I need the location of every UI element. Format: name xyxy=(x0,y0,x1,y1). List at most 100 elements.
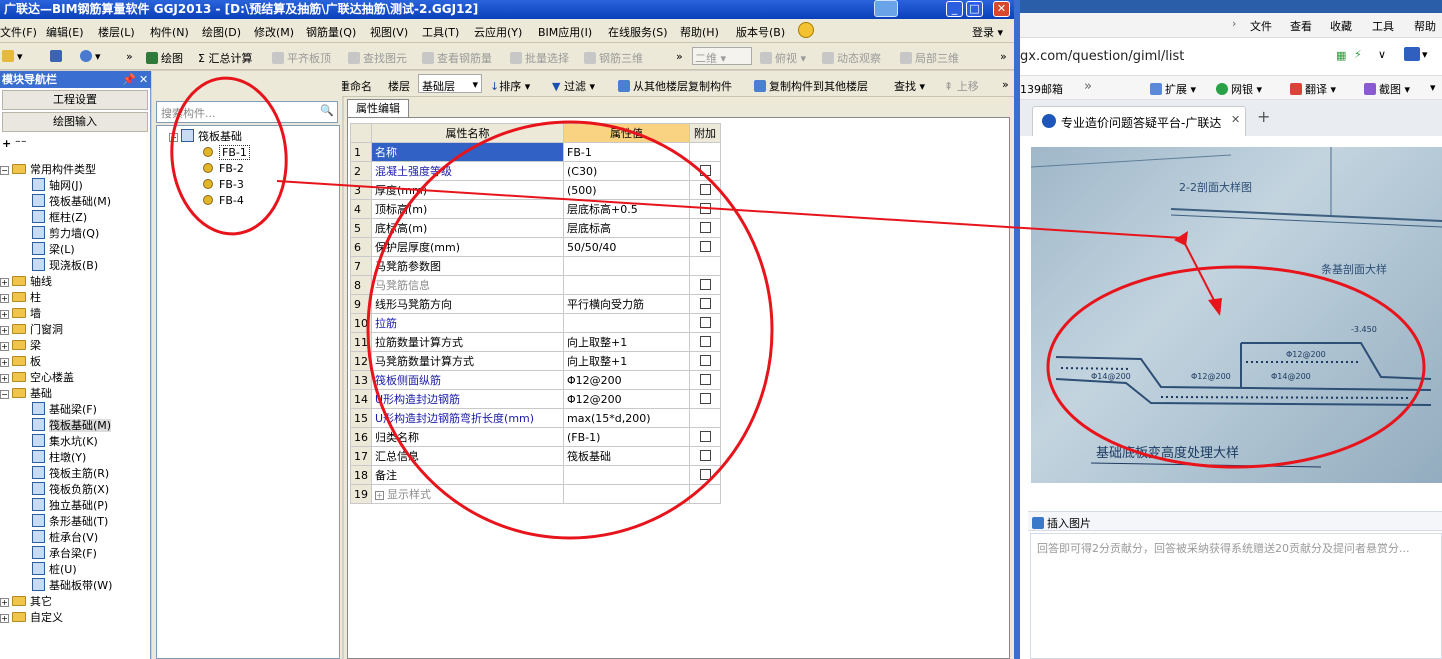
fav-extend-button[interactable]: 扩展 ▾ xyxy=(1150,81,1196,97)
project-settings-button[interactable]: 工程设置 xyxy=(2,90,148,110)
property-value-cell[interactable]: Φ12@200 xyxy=(563,370,690,390)
menu-help[interactable]: 帮助(H) xyxy=(680,24,719,40)
tree-item[interactable]: 基础板带(W) xyxy=(32,578,112,594)
property-row[interactable]: 6 保护层厚度(mm) 50/50/40 xyxy=(350,237,721,257)
tree-item[interactable]: 集水坑(K) xyxy=(32,434,98,450)
property-name-cell[interactable]: 顶标高(m) xyxy=(371,199,564,219)
view-rebar-button[interactable]: 查看钢筋量 xyxy=(422,50,492,66)
extra-checkbox[interactable] xyxy=(699,183,711,195)
extra-checkbox[interactable] xyxy=(699,430,711,442)
tree-item[interactable]: 柱墩(Y) xyxy=(32,450,86,466)
smiley-icon[interactable] xyxy=(798,22,814,38)
property-row[interactable]: 7 马凳筋参数图 xyxy=(350,256,721,276)
extra-checkbox[interactable] xyxy=(699,221,711,233)
property-extra-cell[interactable] xyxy=(689,465,721,485)
expand-icon[interactable]: + xyxy=(0,310,9,319)
property-row[interactable]: 17 汇总信息 筏板基础 xyxy=(350,446,721,466)
component-item[interactable]: FB-2 xyxy=(203,161,244,177)
fav-screenshot-button[interactable]: 截图 ▾ xyxy=(1364,81,1410,97)
property-row[interactable]: 16 归类名称 (FB-1) xyxy=(350,427,721,447)
browser-tab-active[interactable]: 专业造价问题答疑平台-广联达 ✕ xyxy=(1032,106,1246,136)
tree-item[interactable]: 承台梁(F) xyxy=(32,546,97,562)
property-extra-cell[interactable] xyxy=(689,313,721,333)
top-view-button[interactable]: 俯视 ▾ xyxy=(760,50,806,66)
property-extra-cell[interactable] xyxy=(689,237,721,257)
menu-online[interactable]: 在线服务(S) xyxy=(608,24,668,40)
menu-floor[interactable]: 楼层(L) xyxy=(98,24,135,40)
toolbar-overflow-icon[interactable]: » xyxy=(126,50,133,63)
property-extra-cell[interactable] xyxy=(689,256,721,276)
property-row[interactable]: 13 筏板侧面纵筋 Φ12@200 xyxy=(350,370,721,390)
menu-cloud[interactable]: 云应用(Y) xyxy=(474,24,522,40)
property-value-cell[interactable] xyxy=(563,484,690,504)
property-extra-cell[interactable] xyxy=(689,294,721,314)
overflow-icon[interactable]: » xyxy=(1084,79,1092,94)
property-extra-cell[interactable] xyxy=(689,218,721,238)
property-extra-cell[interactable] xyxy=(689,180,721,200)
tree-folder[interactable]: + 板 xyxy=(0,354,41,370)
tree-folder[interactable]: + 柱 xyxy=(0,290,41,306)
flat-roof-button[interactable]: 平齐板顶 xyxy=(272,50,331,66)
tree-item[interactable]: 筏板基础(M) xyxy=(32,194,111,210)
property-value-cell[interactable]: (FB-1) xyxy=(563,427,690,447)
property-extra-cell[interactable] xyxy=(689,427,721,447)
local-3d-button[interactable]: 局部三维 xyxy=(900,50,959,66)
property-row[interactable]: 5 底标高(m) 层底标高 xyxy=(350,218,721,238)
qr-icon[interactable]: ▦ xyxy=(1336,49,1346,62)
extra-checkbox[interactable] xyxy=(699,392,711,404)
property-extra-cell[interactable] xyxy=(689,408,721,428)
tree-item[interactable]: 框柱(Z) xyxy=(32,210,87,226)
tree-folder[interactable]: − 常用构件类型 xyxy=(0,162,96,178)
floor-select[interactable]: 基础层 ▾ xyxy=(418,74,482,93)
tree-item[interactable]: 条形基础(T) xyxy=(32,514,108,530)
property-extra-cell[interactable] xyxy=(689,370,721,390)
menu-rebar[interactable]: 钢筋量(Q) xyxy=(306,24,356,40)
property-name-cell[interactable]: U形构造封边钢筋 xyxy=(371,389,564,409)
tree-folder[interactable]: − 基础 xyxy=(0,386,52,402)
property-value-cell[interactable]: 向上取整+1 xyxy=(563,351,690,371)
save-icon[interactable] xyxy=(50,50,65,63)
extra-checkbox[interactable] xyxy=(699,373,711,385)
menu-component[interactable]: 构件(N) xyxy=(150,24,189,40)
extra-checkbox[interactable] xyxy=(699,354,711,366)
property-row[interactable]: 8 马凳筋信息 xyxy=(350,275,721,295)
tree-item[interactable]: 现浇板(B) xyxy=(32,258,98,274)
extra-checkbox[interactable] xyxy=(699,278,711,290)
property-row[interactable]: 12 马凳筋数量计算方式 向上取整+1 xyxy=(350,351,721,371)
tree-folder[interactable]: + 其它 xyxy=(0,594,52,610)
browser-menu-help[interactable]: 帮助 xyxy=(1414,18,1436,34)
property-value-cell[interactable]: max(15*d,200) xyxy=(563,408,690,428)
property-extra-cell[interactable] xyxy=(689,351,721,371)
tree-item[interactable]: 筏板主筋(R) xyxy=(32,466,109,482)
batch-select-button[interactable]: 批量选择 xyxy=(510,50,569,66)
tree-item[interactable]: 剪力墙(Q) xyxy=(32,226,99,242)
property-name-cell[interactable]: 筏板侧面纵筋 xyxy=(371,370,564,390)
move-up-button[interactable]: ⇞ 上移 xyxy=(944,78,979,94)
collapse-icon[interactable]: − xyxy=(0,166,9,175)
property-name-cell[interactable]: 厚度(mm) xyxy=(371,180,564,200)
expand-icon[interactable]: + xyxy=(0,598,9,607)
tab-property-edit[interactable]: 属性编辑 xyxy=(347,99,409,118)
draw-input-button[interactable]: 绘图输入 xyxy=(2,112,148,132)
property-name-cell[interactable]: 马凳筋参数图 xyxy=(371,256,564,276)
property-row[interactable]: 4 顶标高(m) 层底标高+0.5 xyxy=(350,199,721,219)
collapse-icon[interactable]: − xyxy=(0,390,9,399)
component-item[interactable]: FB-3 xyxy=(203,177,244,193)
search-engine-icon[interactable] xyxy=(1404,47,1420,61)
property-name-cell[interactable]: 归类名称 xyxy=(371,427,564,447)
menu-modify[interactable]: 修改(M) xyxy=(254,24,294,40)
property-value-cell[interactable]: (500) xyxy=(563,180,690,200)
property-value-cell[interactable]: 向上取整+1 xyxy=(563,332,690,352)
close-button[interactable]: ✕ xyxy=(993,1,1010,17)
address-bar[interactable]: gx.com/question/giml/list ▦ ⚡ ∨ ▾ xyxy=(1020,38,1442,76)
menu-edit[interactable]: 编辑(E) xyxy=(46,24,84,40)
chevron-down-icon[interactable]: ∨ xyxy=(1378,48,1386,61)
property-value-cell[interactable] xyxy=(563,465,690,485)
answer-textarea[interactable]: 回答即可得2分贡献分，回答被采纳获得系统赠送20贡献分及提问者悬赏分... xyxy=(1030,533,1442,659)
toolbar-overflow-icon[interactable]: » xyxy=(676,50,683,63)
minimize-button[interactable]: _ xyxy=(946,1,963,17)
property-row[interactable]: 10 拉筋 xyxy=(350,313,721,333)
tree-folder[interactable]: + 自定义 xyxy=(0,610,63,626)
component-item[interactable]: FB-1 xyxy=(203,145,250,161)
property-value-cell[interactable] xyxy=(563,256,690,276)
